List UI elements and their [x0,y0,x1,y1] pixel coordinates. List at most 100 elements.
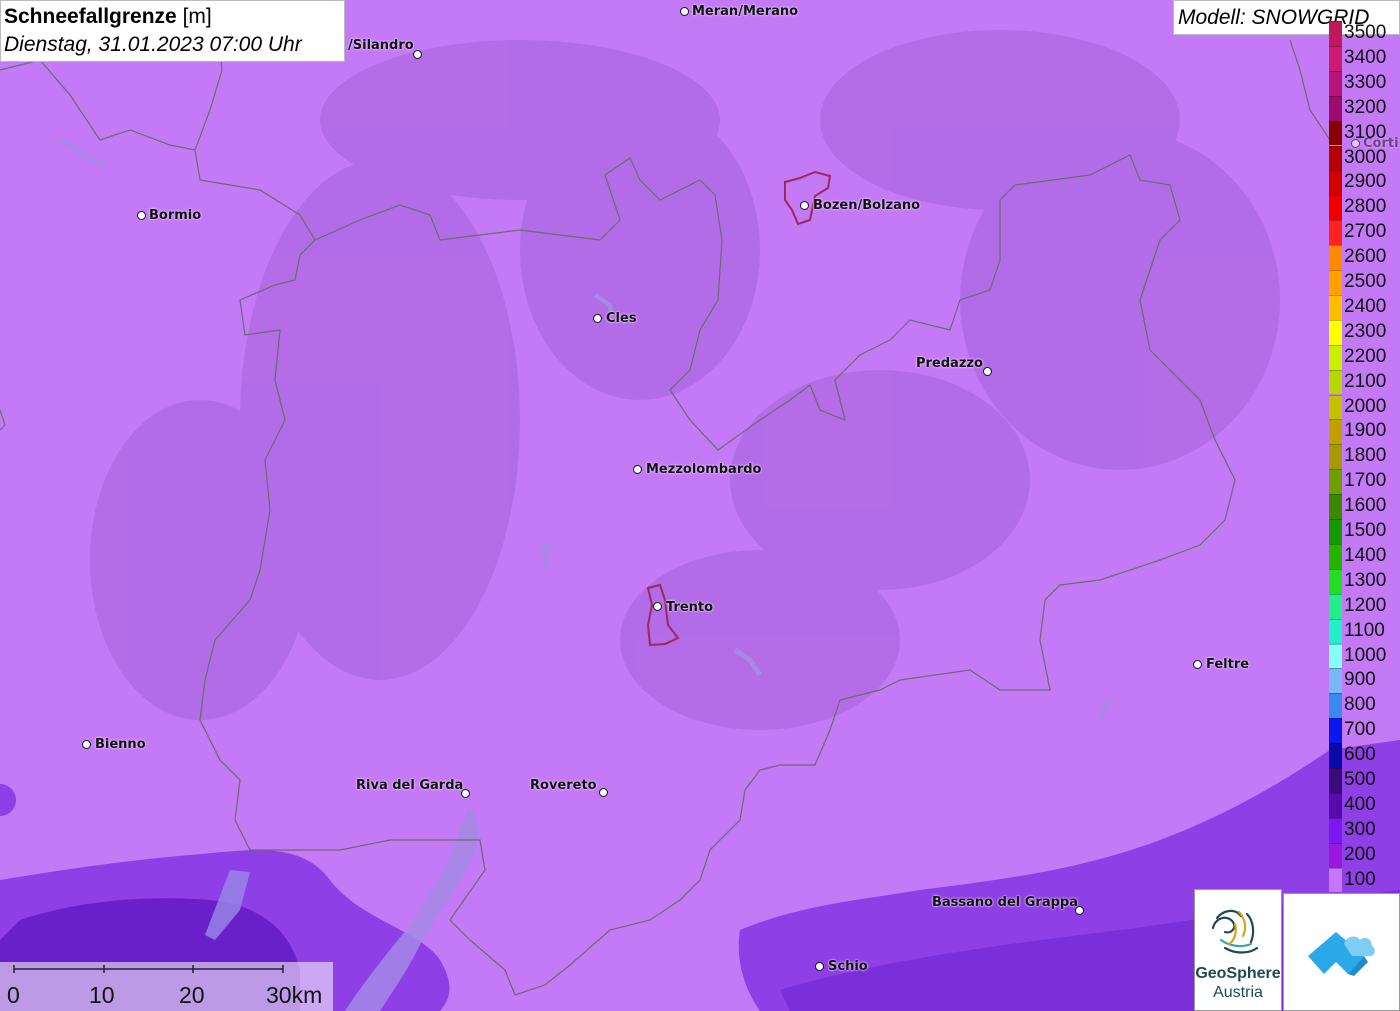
legend-label-300: 300 [1344,818,1376,840]
scale-label-0: 0 [7,982,20,1008]
legend-swatch-3000 [1329,145,1342,171]
legend-swatch-2400 [1329,294,1342,320]
legend-label-500: 500 [1344,769,1376,790]
geosphere-logo-name: GeoSphere [1195,965,1281,982]
geosphere-logo-mark-icon [1211,909,1259,954]
scale-label-20: 20 [179,982,205,1008]
scale-bar: 0 10 20 30km [0,962,333,1011]
title-box: Schneefallgrenze [m] Dienstag, 31.01.202… [0,0,345,62]
city-dot-feltre [1193,660,1202,669]
legend-label-1600: 1600 [1344,495,1387,517]
legend-swatch-2700 [1329,220,1342,246]
legend-label-3100: 3100 [1344,121,1387,143]
city-label-bormio: Bormio [149,208,202,223]
partner-logo[interactable] [1283,893,1400,1011]
legend-swatch-2600 [1329,245,1342,270]
legend-label-2100: 2100 [1344,370,1387,392]
legend-label-600: 600 [1344,744,1376,766]
legend-label-900: 900 [1344,669,1376,691]
legend-swatch-2000 [1329,394,1342,420]
legend-swatch-2100 [1329,369,1342,395]
legend-label-1400: 1400 [1344,544,1387,566]
legend-label-800: 800 [1344,694,1376,716]
legend-swatch-200 [1329,842,1342,868]
legend-swatch-1700 [1329,469,1342,495]
parameter-unit: [m] [182,5,212,28]
city-label-schio: Schio [828,959,868,974]
legend-swatch-2200 [1329,344,1342,370]
legend-swatch-400 [1329,792,1342,818]
mountain-cloud-icon [1308,932,1375,976]
legend-label-2800: 2800 [1344,196,1387,218]
legend-label-700: 700 [1344,719,1376,741]
city-label-mezzolombardo: Mezzolombardo [646,462,762,477]
city-dot-bormio [137,211,146,220]
legend-label-3300: 3300 [1344,71,1387,93]
city-label-rovereto: Rovereto [530,778,597,793]
city-dot-trento [653,602,662,611]
legend-label-2400: 2400 [1344,295,1387,317]
legend-label-2000: 2000 [1344,395,1387,417]
map-datetime: Dienstag, 31.01.2023 07:00 Uhr [4,33,302,56]
legend-label-1100: 1100 [1344,619,1385,641]
legend-swatch-3100 [1329,120,1342,146]
scale-label-10: 10 [89,982,115,1008]
legend-label-3500: 3500 [1344,22,1387,43]
geosphere-logo[interactable]: GeoSphere Austria [1194,889,1282,1011]
city-dot-bolzano [800,201,809,210]
city-label-cles: Cles [606,311,637,326]
legend-label-2500: 2500 [1344,271,1387,292]
legend-label-3400: 3400 [1344,46,1387,68]
legend-label-1300: 1300 [1344,569,1387,591]
city-dot-predazzo [983,367,992,376]
legend-swatch-500 [1329,768,1342,793]
legend-label-1000: 1000 [1344,644,1387,666]
legend-label-2300: 2300 [1344,320,1387,342]
city-dot-bienno [82,740,91,749]
city-dot-silandro [413,50,422,59]
city-dot-schio [815,962,824,971]
legend-label-1800: 1800 [1344,445,1387,467]
legend-swatch-3400 [1329,45,1342,71]
city-label-silandro: /Silandro [348,38,414,53]
legend-label-2900: 2900 [1344,171,1387,193]
legend-label-100: 100 [1344,868,1376,890]
map-canvas[interactable] [0,0,1400,1011]
scale-bar-ruler [13,965,284,973]
legend-swatch-1300 [1329,568,1342,594]
legend-swatch-700 [1329,718,1342,744]
legend-swatch-1200 [1329,593,1342,619]
city-dot-rovereto [599,788,608,797]
legend-swatch-100 [1329,867,1342,893]
legend-swatch-1000 [1329,643,1342,669]
legend-swatch-600 [1329,743,1342,768]
city-dot-mezzolombardo [633,465,642,474]
legend-label-1700: 1700 [1344,470,1387,492]
legend-label-2700: 2700 [1344,221,1387,243]
legend-label-1500: 1500 [1344,520,1387,541]
city-label-feltre: Feltre [1206,657,1250,672]
legend-label-400: 400 [1344,793,1376,815]
legend-label-2200: 2200 [1344,345,1387,367]
legend-swatch-1100 [1329,618,1342,644]
map-title: Schneefallgrenze [m] [4,5,212,29]
city-label-predazzo: Predazzo [916,356,983,371]
legend-swatch-3300 [1329,70,1342,96]
city-label-bolzano: Bozen/Bolzano [813,198,921,213]
legend-label-200: 200 [1344,843,1376,865]
legend-swatch-2500 [1329,270,1342,295]
city-label-meran: Meran/Merano [692,4,799,19]
geosphere-logo-sub: Austria [1213,984,1263,1001]
city-label-bassano: Bassano del Grappa [932,895,1078,910]
legend-swatch-2900 [1329,170,1342,196]
legend-swatch-3200 [1329,95,1342,121]
legend-swatch-2300 [1329,319,1342,345]
legend-swatch-1500 [1329,519,1342,544]
legend-swatch-800 [1329,693,1342,719]
scale-label-30km: 30km [266,982,323,1008]
legend-swatch-2800 [1329,195,1342,221]
city-label-bienno: Bienno [95,737,146,752]
legend-label-3200: 3200 [1344,96,1387,118]
legend-swatch-900 [1329,668,1342,694]
legend-swatch-1800 [1329,444,1342,470]
